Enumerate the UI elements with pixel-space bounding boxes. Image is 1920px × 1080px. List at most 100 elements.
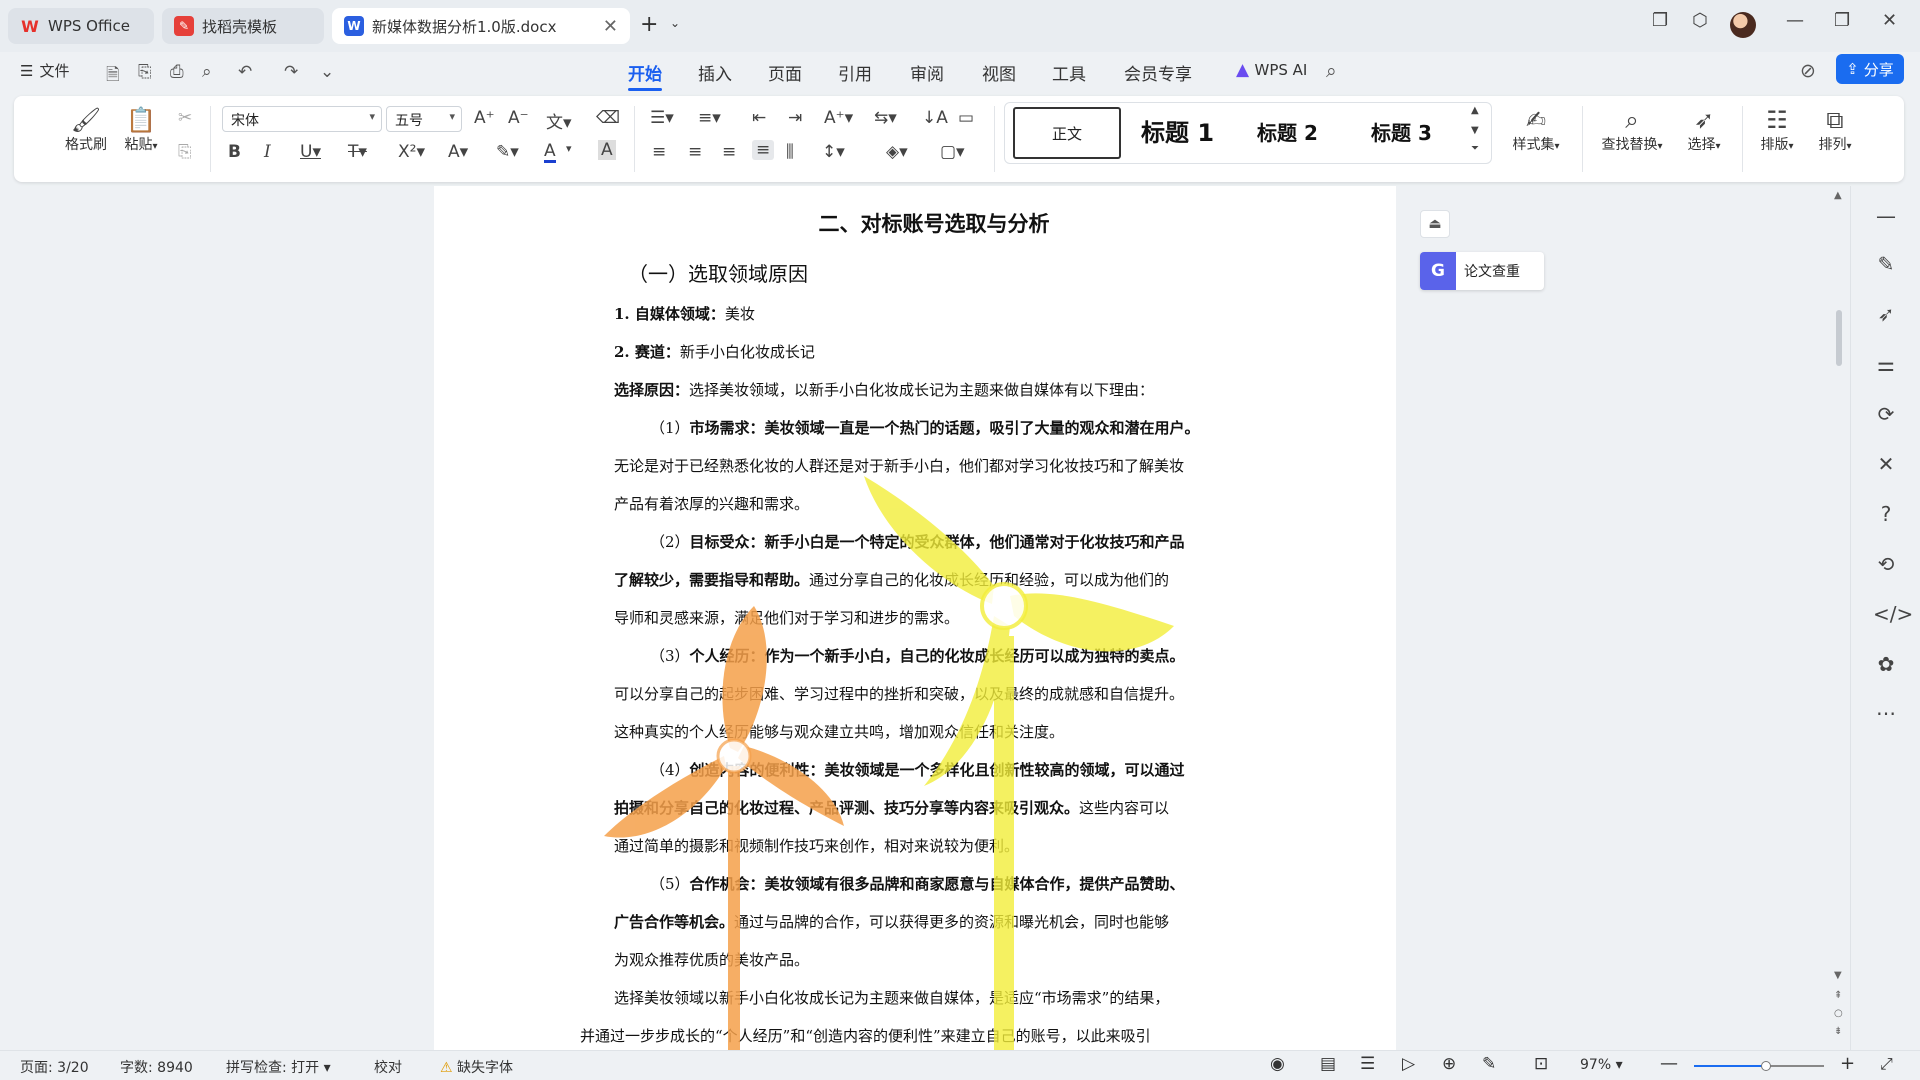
collapse-sidebar-icon[interactable]: — [1873,204,1899,228]
save-icon[interactable]: 🗎 [106,62,120,91]
sort-icon[interactable]: ↓A [922,108,948,128]
page-indicator[interactable]: 页面: 3/20 [20,1057,89,1077]
restore-icon[interactable]: ❐ [1834,10,1850,31]
font-color-icon[interactable]: A [544,142,556,163]
find-replace-button[interactable]: ⌕ 查找替换▾ [1592,106,1672,154]
ai-assist-icon[interactable]: ⟳ [1873,402,1899,426]
avatar[interactable] [1730,12,1756,38]
paragraph-line[interactable]: 选择原因：选择美妆领域，以新手小白化妆成长记为主题来做自媒体有以下理由： [614,380,1154,400]
adjust-settings-icon[interactable]: ⚌ [1873,352,1899,376]
tab-home[interactable]: 开始 [628,60,662,91]
font-name-select[interactable]: 宋体 ▾ [222,106,382,132]
style-heading-3[interactable]: 标题 3 [1371,117,1432,146]
paragraph-line[interactable]: 无论是对于已经熟悉化妆的人群还是对于新手小白，他们都对学习化妆技巧和了解美妆 [614,456,1184,476]
document-page[interactable]: 二、对标账号选取与分析 （一）选取领域原因 1. 自媒体领域：美妆 2. 赛道：… [434,186,1396,1050]
style-scroll-down-icon[interactable]: ▼ [1471,125,1479,136]
write-mode-icon[interactable]: ✎ [1482,1054,1496,1074]
justify-icon[interactable]: ≡ [752,140,775,160]
superscript-icon[interactable]: X²▾ [398,142,425,162]
italic-icon[interactable]: I [264,142,271,162]
strikethrough-icon[interactable]: T▾ [348,142,367,162]
layout-button[interactable]: ☷ 排版▾ [1752,106,1802,154]
history-icon[interactable]: ⟲ [1873,552,1899,576]
text-effect-icon[interactable]: A▾ [448,142,468,162]
line-spacing-icon[interactable]: ↕▾ [822,142,845,162]
paragraph-line[interactable]: （1）市场需求：美妆领域一直是一个热门的话题，吸引了大量的观众和潜在用户。 [650,418,1200,438]
select-pointer-icon[interactable]: ➶ [1873,302,1899,326]
tab-tools[interactable]: 工具 [1052,60,1086,85]
style-heading-2[interactable]: 标题 2 [1257,117,1318,146]
edit-pen-icon[interactable]: ✎ [1873,252,1899,276]
tab-insert[interactable]: 插入 [698,60,732,85]
paragraph-line[interactable]: 广告合作等机会。通过与品牌的合作，可以获得更多的资源和曝光机会，同时也能够 [614,912,1169,932]
print-preview-icon[interactable]: ⌕ [202,62,212,82]
heading-3[interactable]: （一）选取领域原因 [628,258,808,287]
outline-view-icon[interactable]: ☰ [1360,1054,1375,1074]
style-scroll-up-icon[interactable]: ▲ [1471,105,1479,116]
style-normal[interactable]: 正文 [1013,107,1121,159]
shading-icon[interactable]: ◈▾ [886,142,908,162]
tab-page[interactable]: 页面 [768,60,802,85]
paragraph-line[interactable]: 2. 赛道：新手小白化妆成长记 [614,342,815,362]
word-count[interactable]: 字数: 8940 [120,1057,193,1077]
style-heading-1[interactable]: 标题 1 [1141,113,1214,148]
tab-document[interactable]: W 新媒体数据分析1.0版.docx ✕ [332,8,630,44]
plagiarism-check-button[interactable]: G 论文查重 [1420,252,1544,290]
select-button[interactable]: ➶ 选择▾ [1678,106,1730,154]
text-direction-icon[interactable]: A⁺▾ [824,108,853,128]
export-icon[interactable]: ⎘ [138,62,152,82]
increase-indent-icon[interactable]: ⇥ [788,108,802,128]
print-icon[interactable]: ⎙ [170,62,184,82]
paragraph-line[interactable]: 了解较少，需要指导和帮助。通过分享自己的化妆成长经历和经验，可以成为他们的 [614,570,1169,590]
search-icon[interactable]: ⌕ [1326,60,1337,82]
redo-icon[interactable]: ↷ [284,62,298,82]
align-center-icon[interactable]: ≡ [688,142,702,162]
paragraph-line[interactable]: 这种真实的个人经历能够与观众建立共鸣，增加观众信任和关注度。 [614,722,1064,742]
paragraph-line[interactable]: 并通过一步步成长的“个人经历”和“创造内容的便利性”来建立自己的账号，以此来吸引 [580,1026,1151,1046]
tab-references[interactable]: 引用 [838,60,872,85]
show-marks-icon[interactable]: ▭ [958,108,974,128]
wps-ai-button[interactable]: ▲ WPS AI [1236,60,1307,80]
tab-review[interactable]: 审阅 [910,60,944,85]
gift-icon[interactable]: ✿ [1873,652,1899,676]
paragraph-line[interactable]: 通过简单的摄影和视频制作技巧来创作，相对来说较为便利。 [614,836,1019,856]
paragraph-line[interactable]: 导师和灵感来源，满足他们对于学习和进步的需求。 [614,608,959,628]
paragraph-line[interactable]: （2）目标受众：新手小白是一个特定的受众群体，他们通常对于化妆技巧和产品 [650,532,1185,552]
chevron-down-icon[interactable]: ⌄ [670,16,680,30]
heading-2[interactable]: 二、对标账号选取与分析 [614,208,1254,238]
arrange-button[interactable]: ⧉ 排列▾ [1810,106,1860,154]
scroll-top-icon[interactable]: ▲ [1834,190,1842,201]
cut-icon[interactable]: ✂ [178,108,192,128]
style-more-icon[interactable]: ⏷ [1471,143,1479,154]
paragraph-line[interactable]: （3）个人经历：作为一个新手小白，自己的化妆成长经历可以成为独特的卖点。 [650,646,1185,666]
distribute-icon[interactable]: ⫼ [786,142,794,162]
paragraph-line[interactable]: 拍摄和分享自己的化妆过程、产品评测、技巧分享等内容来吸引观众。这些内容可以 [614,798,1169,818]
zoom-select[interactable]: 97% ▾ [1580,1057,1623,1073]
border-icon[interactable]: ▢▾ [940,142,965,162]
paragraph-line[interactable]: 产品有着浓厚的兴趣和需求。 [614,494,809,514]
char-shading-icon[interactable]: A [598,140,616,160]
zoom-in-icon[interactable]: + [1840,1053,1855,1074]
paragraph-line[interactable]: （5）合作机会：美妆领域有很多品牌和商家愿意与自媒体合作，提供产品赞助、 [650,874,1185,894]
eye-protection-icon[interactable]: ◉ [1270,1054,1285,1074]
chinese-layout-icon[interactable]: ⇆▾ [874,108,897,128]
share-button[interactable]: ⇪ 分享 [1836,54,1904,84]
underline-icon[interactable]: U▾ [300,142,321,162]
select-browse-object-icon[interactable]: ○ [1834,1008,1843,1019]
proofread-button[interactable]: 校对 [374,1057,402,1077]
paragraph-line[interactable]: 为观众推荐优质的美妆产品。 [614,950,809,970]
font-color-dropdown-icon[interactable]: ▾ [566,142,572,155]
tab-template[interactable]: ✎ 找稻壳模板 [162,8,324,44]
zoom-out-icon[interactable]: — [1660,1053,1678,1074]
collapse-panel-icon[interactable]: ⏏ [1420,210,1450,238]
decrease-indent-icon[interactable]: ⇤ [752,108,766,128]
phonetic-guide-icon[interactable]: 文▾ [546,108,572,133]
paragraph-line[interactable]: 可以分享自己的起步困难、学习过程中的挫折和突破，以及最终的成就感和自信提升。 [614,684,1184,704]
help-icon[interactable]: ? [1873,502,1899,526]
numbered-list-icon[interactable]: ≡▾ [698,108,721,128]
page-view-icon[interactable]: ▤ [1320,1054,1336,1074]
new-tab-icon[interactable]: + [640,12,658,37]
bullet-list-icon[interactable]: ☰▾ [650,108,674,128]
prev-page-icon[interactable]: ⇞ [1834,990,1842,1001]
more-icon[interactable]: … [1873,696,1899,720]
